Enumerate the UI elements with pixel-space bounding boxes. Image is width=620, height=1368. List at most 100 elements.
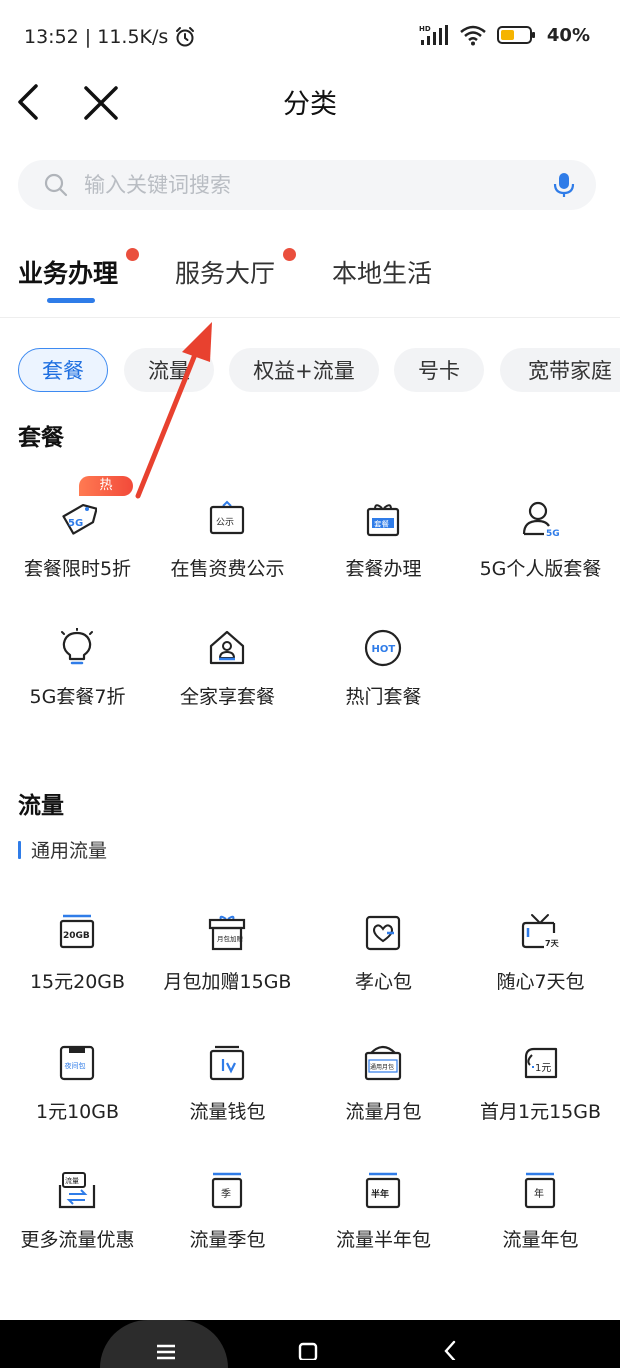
heart-card-icon xyxy=(365,915,401,951)
svg-text:月包加赠: 月包加赠 xyxy=(217,934,243,943)
grid-item-label: 1元10GB xyxy=(35,1101,120,1123)
svg-text:1元: 1元 xyxy=(535,1063,551,1074)
grid-item-label: 首月1元15GB xyxy=(479,1101,602,1123)
category-tabs: 业务办理 服务大厅 本地生活 xyxy=(0,240,620,318)
grid-item-label: 月包加赠15GB xyxy=(163,971,292,993)
subsection-marker xyxy=(18,840,21,859)
svg-text:20GB: 20GB xyxy=(63,931,90,941)
subsection-label: 通用流量 xyxy=(31,840,108,862)
grid-item-label: 孝心包 xyxy=(354,971,412,993)
grid-item-label: 更多流量优惠 xyxy=(20,1229,135,1251)
chip-data[interactable]: 流量 xyxy=(124,348,214,392)
grid-item-label: 全家享套餐 xyxy=(179,686,275,708)
chip-plan[interactable]: 套餐 xyxy=(18,348,108,392)
microphone-icon[interactable] xyxy=(550,171,578,199)
tab-active-indicator xyxy=(47,298,95,303)
grid-item-quarterly-data[interactable]: 季 流量季包 xyxy=(150,1171,305,1271)
year-pack-icon: 年 xyxy=(524,1172,556,1209)
grid-item-monthly-bonus[interactable]: 月包加赠 月包加赠15GB xyxy=(150,913,305,1013)
notice-board-icon: 公示 xyxy=(209,500,245,535)
status-left: 13:52 | 11.5K/s xyxy=(24,26,196,48)
grid-item-label: 5G套餐7折 xyxy=(29,686,126,708)
half-year-pack-icon: 半年 xyxy=(365,1172,401,1209)
grid-item-label: 流量半年包 xyxy=(335,1229,431,1251)
grid-item-5g-plan-30off[interactable]: 5G套餐7折 xyxy=(0,628,155,728)
grid-item-tariff-notice[interactable]: 公示 在售资费公示 xyxy=(150,500,305,600)
gift-package-icon: 月包加赠 xyxy=(208,915,246,951)
grid-item-filial-pack[interactable]: 孝心包 xyxy=(306,913,461,1013)
data-card-icon: 20GB xyxy=(59,914,95,949)
grid-item-1yuan-10gb[interactable]: 夜间包 1元10GB xyxy=(0,1043,155,1143)
status-bar: 13:52 | 11.5K/s HD 40% xyxy=(0,0,620,72)
svg-text:半年: 半年 xyxy=(371,1188,389,1200)
quarter-pack-icon: 季 xyxy=(211,1172,243,1209)
grid-item-plan-discount[interactable]: 5G 套餐限时5折 xyxy=(0,500,155,600)
grid-item-yearly-data[interactable]: 年 流量年包 xyxy=(463,1171,618,1271)
grid-item-first-month-offer[interactable]: 1元 首月1元15GB xyxy=(463,1043,618,1143)
grid-item-15yuan-20gb[interactable]: 20GB 15元20GB xyxy=(0,913,155,1013)
chip-sim-card[interactable]: 号卡 xyxy=(394,348,484,392)
svg-text:7天: 7天 xyxy=(545,939,560,948)
home-square-icon[interactable] xyxy=(294,1332,322,1360)
hot-circle-icon: HOT xyxy=(364,629,402,667)
search-icon xyxy=(44,173,68,197)
grid-item-plan-apply[interactable]: 套餐 套餐办理 xyxy=(306,500,461,600)
nav-bar: 分类 xyxy=(0,72,620,132)
battery-percent: 40% xyxy=(546,24,590,46)
section-title-data: 流量 xyxy=(18,793,64,819)
svg-text:通用月包: 通用月包 xyxy=(370,1063,394,1071)
coupon-1yuan-icon: 1元 xyxy=(524,1047,558,1079)
search-bar[interactable] xyxy=(18,160,596,210)
status-time-speed: 13:52 | 11.5K/s xyxy=(24,26,169,48)
grid-item-label: 流量月包 xyxy=(345,1101,422,1123)
grid-item-monthly-data[interactable]: 通用月包 流量月包 xyxy=(306,1043,461,1143)
grid-item-label: 套餐限时5折 xyxy=(23,558,132,580)
user-5g-icon: 5G xyxy=(522,501,560,539)
tab-business-dot xyxy=(126,248,139,261)
svg-text:公示: 公示 xyxy=(216,517,234,528)
chip-broadband[interactable]: 宽带家庭 xyxy=(500,348,620,392)
grid-item-label: 在售资费公示 xyxy=(170,558,285,580)
grid-item-label: 热门套餐 xyxy=(345,686,422,708)
grid-item-hot-plan[interactable]: HOT 热门套餐 xyxy=(306,628,461,728)
svg-text:套餐: 套餐 xyxy=(374,519,389,529)
tab-local-life[interactable]: 本地生活 xyxy=(332,254,432,290)
grid-item-label: 流量钱包 xyxy=(189,1101,266,1123)
alarm-icon xyxy=(176,27,195,47)
grid-item-label: 套餐办理 xyxy=(345,558,422,580)
grid-item-label: 流量季包 xyxy=(189,1229,266,1251)
svg-text:夜间包: 夜间包 xyxy=(65,1061,86,1070)
grid-item-more-data-offers[interactable]: 流量 更多流量优惠 xyxy=(0,1171,155,1271)
svg-text:流量: 流量 xyxy=(65,1176,79,1185)
grid-item-label: 流量年包 xyxy=(502,1229,579,1251)
tab-service-hall[interactable]: 服务大厅 xyxy=(175,254,275,290)
monthly-pack-icon: 通用月包 xyxy=(364,1045,402,1081)
grid-item-5g-personal[interactable]: 5G 5G个人版套餐 xyxy=(463,500,618,600)
hot-badge: 热 xyxy=(79,476,133,496)
hd-label: HD xyxy=(419,25,431,33)
5g-tag-icon: 5G xyxy=(62,503,97,535)
back-chevron-icon[interactable] xyxy=(436,1332,464,1360)
grid-item-family-plan[interactable]: 全家享套餐 xyxy=(150,628,305,728)
wallet-icon xyxy=(209,1045,245,1081)
tab-business[interactable]: 业务办理 xyxy=(18,254,118,290)
grid-item-label: 15元20GB xyxy=(29,971,126,993)
tab-service-hall-dot xyxy=(283,248,296,261)
lightbulb-icon xyxy=(61,628,93,665)
grid-item-data-wallet[interactable]: 流量钱包 xyxy=(150,1043,305,1143)
system-nav-bar xyxy=(0,1320,620,1368)
menu-icon[interactable] xyxy=(152,1332,180,1360)
data-exchange-icon: 流量 xyxy=(58,1172,96,1209)
section-title-plan: 套餐 xyxy=(18,425,64,451)
svg-text:季: 季 xyxy=(221,1188,231,1200)
grid-item-half-year-data[interactable]: 半年 流量半年包 xyxy=(306,1171,461,1271)
grid-item-7day-pack[interactable]: 7天 随心7天包 xyxy=(463,913,618,1013)
grid-item-label: 5G个人版套餐 xyxy=(479,558,602,580)
wifi-icon xyxy=(460,25,486,46)
svg-text:5G: 5G xyxy=(68,518,83,529)
grid-item-label: 随心7天包 xyxy=(496,971,585,993)
svg-text:年: 年 xyxy=(534,1187,544,1200)
battery-icon xyxy=(496,26,535,44)
chip-benefits-data[interactable]: 权益+流量 xyxy=(229,348,379,392)
search-input[interactable] xyxy=(84,160,544,210)
